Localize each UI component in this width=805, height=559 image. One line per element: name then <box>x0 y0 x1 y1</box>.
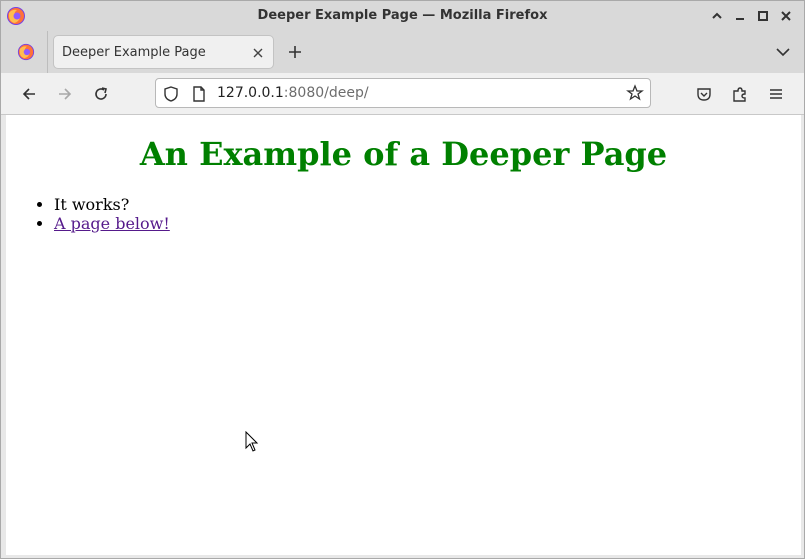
list-item: It works? <box>54 195 170 214</box>
star-icon[interactable] <box>626 84 644 102</box>
firefox-view-button[interactable] <box>7 35 45 69</box>
close-icon[interactable] <box>251 45 265 59</box>
page-icon[interactable] <box>190 85 208 103</box>
tab-label: Deeper Example Page <box>62 45 206 60</box>
list-item-text: It works? <box>54 195 130 214</box>
chevron-down-icon[interactable] <box>774 43 792 61</box>
tab-strip: Deeper Example Page <box>1 31 804 73</box>
browser-window: Deeper Example Page — Mozilla Firefox De… <box>0 0 805 559</box>
firefox-logo-icon <box>17 43 35 61</box>
url-host: 127.0.0.1 <box>217 85 284 101</box>
puzzle-icon[interactable] <box>729 83 751 105</box>
url-bar[interactable]: 127.0.0.1:8080/deep/ <box>155 78 651 108</box>
plus-icon <box>289 46 301 58</box>
list-item: A page below! <box>54 214 170 233</box>
page-content: An Example of a Deeper Page It works? A … <box>6 115 801 555</box>
hamburger-menu-icon[interactable] <box>765 83 787 105</box>
tab-deeper-example-page[interactable]: Deeper Example Page <box>53 35 274 69</box>
navigation-toolbar: 127.0.0.1:8080/deep/ <box>1 73 804 115</box>
page-below-link[interactable]: A page below! <box>54 214 170 233</box>
forward-arrow-icon[interactable] <box>54 83 76 105</box>
shield-icon[interactable] <box>162 85 180 103</box>
url-path: :8080/deep/ <box>283 85 369 101</box>
minimize-icon[interactable] <box>731 7 748 25</box>
pocket-icon[interactable] <box>693 83 715 105</box>
close-icon[interactable] <box>777 7 794 25</box>
tab-separator <box>47 31 48 73</box>
reload-icon[interactable] <box>90 83 112 105</box>
window-controls <box>708 7 794 25</box>
back-arrow-icon[interactable] <box>18 83 40 105</box>
page-title: An Example of a Deeper Page <box>139 135 668 173</box>
title-bar[interactable]: Deeper Example Page — Mozilla Firefox <box>1 1 804 31</box>
mouse-cursor-icon <box>245 430 259 453</box>
content-list: It works? A page below! <box>14 195 170 233</box>
maximize-icon[interactable] <box>754 7 771 25</box>
new-tab-button[interactable] <box>284 41 306 63</box>
chevron-up-icon[interactable] <box>708 7 725 25</box>
window-title: Deeper Example Page — Mozilla Firefox <box>257 8 548 23</box>
url-text[interactable]: 127.0.0.1:8080/deep/ <box>217 85 369 101</box>
